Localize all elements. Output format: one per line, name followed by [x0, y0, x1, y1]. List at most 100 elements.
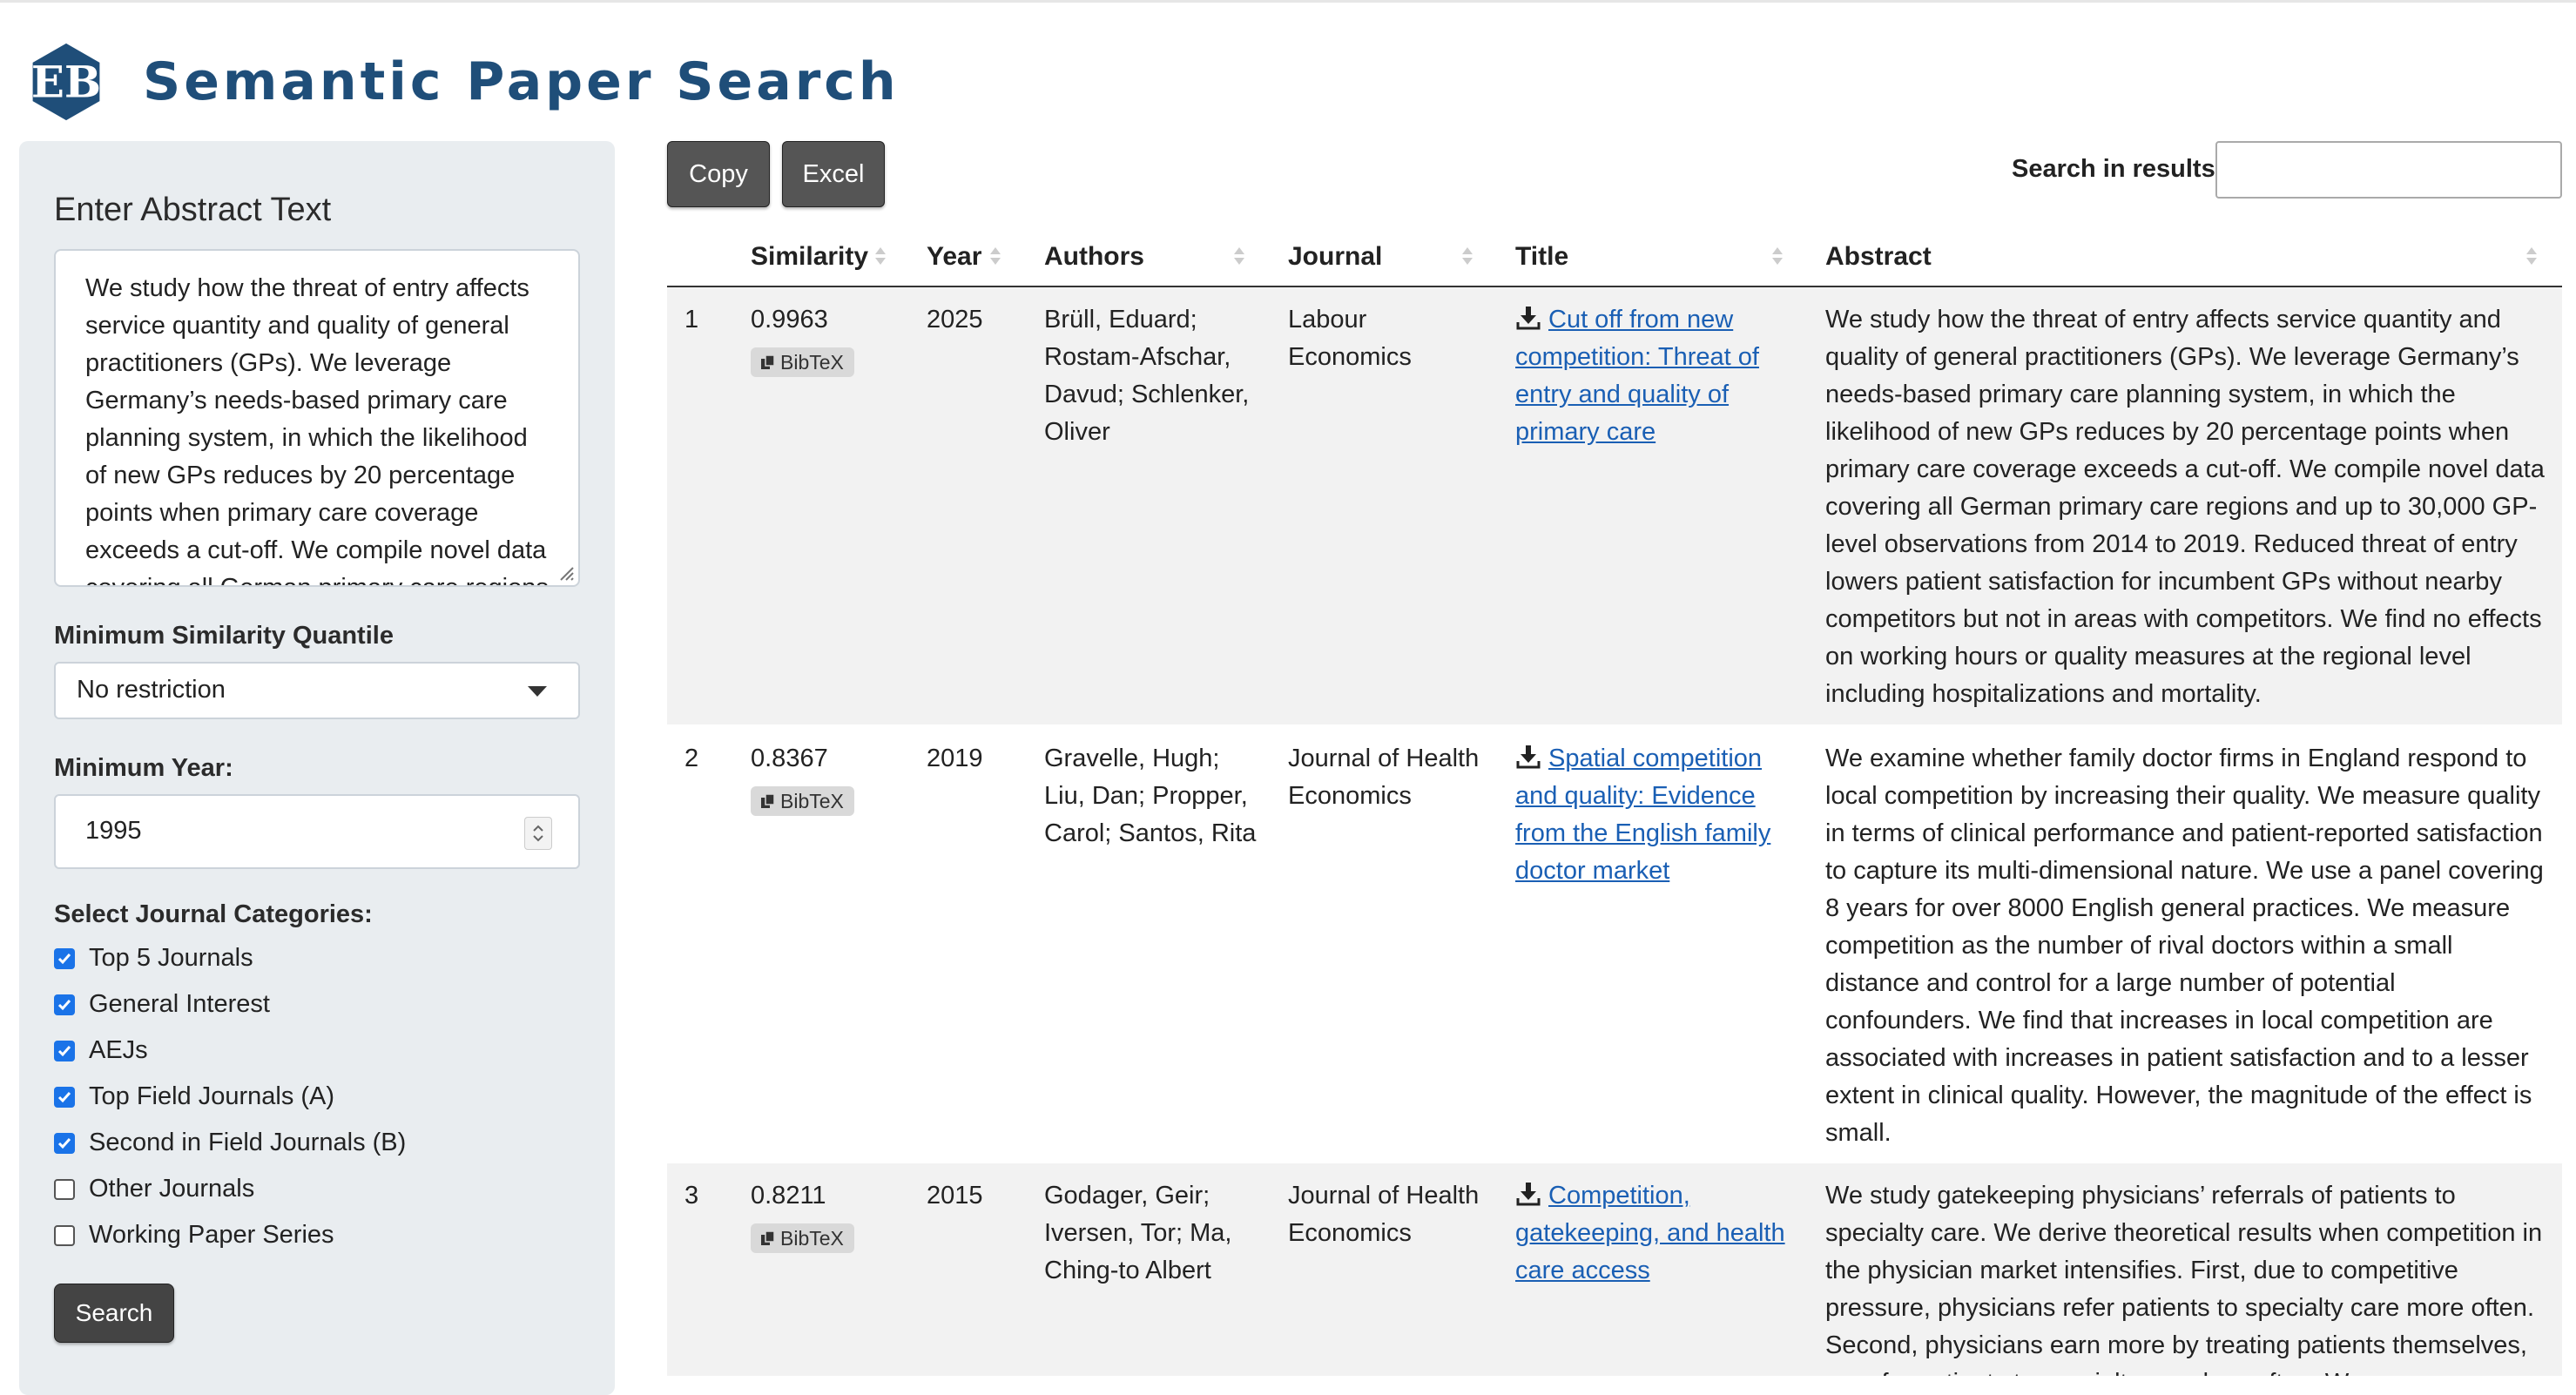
abstract-cell: We examine whether family doctor firms i… — [1825, 745, 2544, 1147]
checkbox-unchecked-icon[interactable] — [54, 1224, 75, 1246]
paper-title-link[interactable]: Cut off from new competition: Threat of … — [1515, 306, 1759, 446]
similarity-cell: 0.9963 BibTeX — [751, 301, 854, 382]
app-header: EB Semantic Paper Search — [24, 40, 900, 124]
resize-grip-icon[interactable] — [556, 563, 575, 582]
excel-button[interactable]: Excel — [782, 141, 885, 207]
category-top-field[interactable]: Top Field Journals (A) — [54, 1074, 406, 1120]
row-index: 2 — [684, 745, 699, 772]
year-cell: 2015 — [927, 1182, 983, 1210]
sort-arrows-icon[interactable] — [2525, 239, 2538, 273]
journal-cell: Journal of Health Economics — [1288, 1182, 1480, 1247]
similarity-value: 0.8367 — [751, 745, 828, 772]
copy-icon — [761, 793, 775, 808]
min-year-value[interactable]: 1995 — [85, 817, 142, 846]
abstract-text[interactable]: We study how the threat of entry affects… — [56, 251, 578, 585]
bibtex-button[interactable]: BibTeX — [751, 786, 854, 816]
search-button[interactable]: Search — [54, 1284, 174, 1343]
download-icon[interactable] — [1515, 744, 1541, 770]
bibtex-label: BibTeX — [780, 789, 844, 812]
bibtex-button[interactable]: BibTeX — [751, 1223, 854, 1253]
results-table-header: Similarity Year Authors Journal Title Ab… — [667, 228, 2562, 287]
similarity-select-value: No restriction — [77, 676, 226, 704]
category-general-interest[interactable]: General Interest — [54, 981, 406, 1028]
bibtex-label: BibTeX — [780, 350, 844, 374]
year-cell: 2025 — [927, 306, 983, 334]
title-cell: Competition, gatekeeping, and health car… — [1515, 1177, 1803, 1290]
sort-arrows-icon[interactable] — [1771, 239, 1784, 273]
table-row: 3 0.8211 BibTeX 2015 Godager, Geir; Iver… — [667, 1163, 2562, 1376]
sort-arrows-icon[interactable] — [989, 239, 1001, 273]
copy-icon — [761, 354, 775, 369]
abstract-label: Enter Abstract Text — [54, 192, 332, 228]
search-results-label: Search in results: — [2012, 155, 2224, 183]
download-icon[interactable] — [1515, 305, 1541, 331]
authors-cell: Gravelle, Hugh; Liu, Dan; Propper, Carol… — [1044, 745, 1257, 847]
authors-cell: Brüll, Eduard; Rostam-Afschar, Davud; Sc… — [1044, 306, 1250, 446]
svg-text:EB: EB — [31, 56, 101, 107]
column-header-year[interactable]: Year — [927, 228, 981, 286]
checkbox-checked-icon[interactable] — [54, 947, 75, 969]
category-second-field[interactable]: Second in Field Journals (B) — [54, 1120, 406, 1166]
journal-cell: Journal of Health Economics — [1288, 745, 1480, 810]
bibtex-button[interactable]: BibTeX — [751, 347, 854, 377]
category-top5[interactable]: Top 5 Journals — [54, 935, 406, 981]
category-label: Other Journals — [89, 1175, 255, 1203]
stepper-arrows-icon — [533, 825, 543, 842]
checkbox-checked-icon[interactable] — [54, 1040, 75, 1061]
similarity-cell: 0.8367 BibTeX — [751, 740, 854, 821]
categories-label: Select Journal Categories: — [54, 900, 373, 928]
similarity-cell: 0.8211 BibTeX — [751, 1177, 854, 1258]
table-row: 2 0.8367 BibTeX 2019 Gravelle, Hugh; Liu… — [667, 726, 2562, 1162]
checkbox-checked-icon[interactable] — [54, 1086, 75, 1108]
category-label: Second in Field Journals (B) — [89, 1129, 407, 1156]
similarity-value: 0.9963 — [751, 306, 828, 334]
title-cell: Spatial competition and quality: Evidenc… — [1515, 740, 1803, 890]
row-index: 1 — [684, 306, 699, 334]
checkbox-unchecked-icon[interactable] — [54, 1178, 75, 1200]
sort-arrows-icon[interactable] — [1461, 239, 1473, 273]
min-year-input[interactable]: 1995 — [54, 794, 580, 869]
journal-category-list: Top 5 Journals General Interest AEJs Top… — [54, 935, 406, 1258]
category-label: AEJs — [89, 1036, 148, 1064]
year-stepper[interactable] — [524, 817, 552, 850]
column-header-similarity[interactable]: Similarity — [751, 228, 868, 286]
abstract-textarea[interactable]: We study how the threat of entry affects… — [54, 249, 580, 587]
column-header-abstract[interactable]: Abstract — [1825, 228, 1932, 286]
column-header-title[interactable]: Title — [1515, 228, 1568, 286]
similarity-select[interactable]: No restriction — [54, 662, 580, 719]
row-index: 3 — [684, 1182, 699, 1210]
authors-cell: Godager, Geir; Iversen, Tor; Ma, Ching-t… — [1044, 1182, 1232, 1284]
paper-title-link[interactable]: Competition, gatekeeping, and health car… — [1515, 1182, 1785, 1284]
abstract-cell: We study gatekeeping physicians’ referra… — [1825, 1182, 2543, 1376]
year-cell: 2019 — [927, 745, 983, 772]
similarity-label: Minimum Similarity Quantile — [54, 622, 394, 650]
category-aejs[interactable]: AEJs — [54, 1028, 406, 1074]
sort-arrows-icon[interactable] — [1233, 239, 1245, 273]
paper-title-link[interactable]: Spatial competition and quality: Evidenc… — [1515, 745, 1770, 885]
chevron-down-icon — [528, 686, 547, 697]
journal-cell: Labour Economics — [1288, 306, 1412, 371]
app-title: Semantic Paper Search — [143, 51, 900, 112]
download-icon[interactable] — [1515, 1181, 1541, 1207]
similarity-value: 0.8211 — [751, 1182, 826, 1210]
category-working-papers[interactable]: Working Paper Series — [54, 1212, 406, 1258]
column-header-journal[interactable]: Journal — [1288, 228, 1382, 286]
year-label: Minimum Year: — [54, 754, 233, 782]
bibtex-label: BibTeX — [780, 1226, 844, 1250]
top-border — [0, 0, 2576, 3]
category-label: General Interest — [89, 990, 270, 1018]
search-sidebar: Enter Abstract Text We study how the thr… — [19, 141, 615, 1395]
category-label: Top Field Journals (A) — [89, 1082, 335, 1110]
copy-icon — [761, 1230, 775, 1245]
eb-logo-icon: EB — [31, 43, 101, 121]
sort-arrows-icon[interactable] — [874, 239, 887, 273]
column-header-authors[interactable]: Authors — [1044, 228, 1144, 286]
checkbox-checked-icon[interactable] — [54, 994, 75, 1015]
copy-button[interactable]: Copy — [667, 141, 770, 207]
checkbox-checked-icon[interactable] — [54, 1132, 75, 1154]
category-label: Top 5 Journals — [89, 944, 253, 972]
table-row: 1 0.9963 BibTeX 2025 Brüll, Eduard; Rost… — [667, 287, 2562, 724]
search-results-input[interactable] — [2215, 141, 2562, 199]
abstract-cell: We study how the threat of entry affects… — [1825, 306, 2545, 708]
category-other-journals[interactable]: Other Journals — [54, 1166, 406, 1212]
